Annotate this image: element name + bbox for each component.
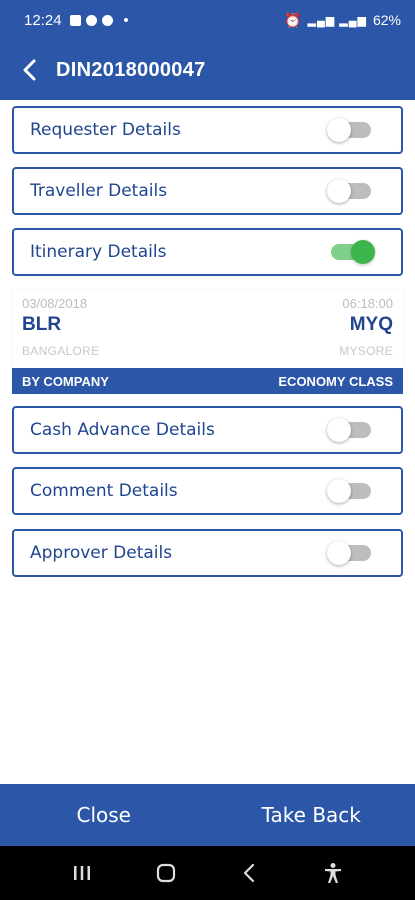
recent-apps-icon	[73, 866, 90, 880]
comment-toggle[interactable]	[327, 479, 371, 503]
section-cash-advance[interactable]: Cash Advance Details	[12, 406, 403, 454]
toggle-knob	[351, 240, 375, 264]
status-time: 12:24	[24, 11, 62, 29]
system-icons: ⏰ ▂▄▆ ▂▄▆ 62%	[284, 12, 401, 29]
section-requester[interactable]: Requester Details	[12, 106, 403, 154]
itinerary-footer: BY COMPANY ECONOMY CLASS	[12, 368, 403, 394]
section-approver[interactable]: Approver Details	[12, 529, 403, 577]
section-traveller[interactable]: Traveller Details	[12, 167, 403, 215]
take-back-button[interactable]: Take Back	[208, 784, 415, 846]
section-comment[interactable]: Comment Details	[12, 467, 403, 515]
itinerary-toggle[interactable]	[331, 240, 375, 264]
toggle-knob	[327, 179, 351, 203]
accessibility-icon	[325, 863, 342, 883]
toggle-knob	[327, 479, 351, 503]
notification-icons	[69, 14, 128, 26]
accessibility-button[interactable]	[313, 853, 353, 893]
traveller-toggle[interactable]	[327, 179, 371, 203]
toggle-knob	[327, 418, 351, 442]
battery-level: 62%	[372, 12, 401, 28]
chevron-left-icon	[23, 59, 36, 81]
section-label: Requester Details	[30, 120, 181, 140]
back-icon	[244, 863, 255, 883]
itinerary-time: 06:18:00	[342, 296, 393, 311]
home-button[interactable]	[146, 853, 186, 893]
more-notifications-icon	[123, 18, 128, 22]
section-label: Comment Details	[30, 481, 178, 501]
toggle-knob	[327, 541, 351, 565]
image-icon	[69, 14, 81, 26]
toggle-knob	[327, 118, 351, 142]
origin-city: BANGALORE	[22, 344, 100, 358]
section-label: Approver Details	[30, 543, 173, 563]
status-bar: 12:24 ⏰ ▂▄▆ ▂▄▆ 62%	[0, 0, 415, 40]
recent-apps-button[interactable]	[62, 853, 102, 893]
section-label: Itinerary Details	[30, 242, 167, 262]
back-button[interactable]	[16, 55, 42, 85]
requester-toggle[interactable]	[327, 118, 371, 142]
bottom-action-bar: Close Take Back	[0, 784, 415, 846]
app-header: DIN2018000047	[0, 40, 415, 100]
close-button[interactable]: Close	[0, 784, 208, 846]
system-back-button[interactable]	[229, 853, 269, 893]
page-title: DIN2018000047	[56, 58, 206, 81]
section-itinerary[interactable]: Itinerary Details	[12, 228, 403, 276]
cash-advance-toggle[interactable]	[327, 418, 371, 442]
itinerary-card[interactable]: 03/08/2018 06:18:00 BLR MYQ BANGALORE MY…	[12, 290, 403, 394]
itinerary-date: 03/08/2018	[22, 296, 88, 311]
system-navigation-bar	[0, 846, 415, 900]
signal-icon: ▂▄▆ ▂▄▆	[307, 14, 367, 27]
home-icon	[156, 863, 175, 883]
origin-code: BLR	[22, 314, 62, 335]
approver-toggle[interactable]	[327, 541, 371, 565]
destination-code: MYQ	[349, 314, 393, 335]
section-label: Traveller Details	[30, 181, 168, 201]
app-icon	[101, 14, 113, 26]
app-icon	[85, 14, 97, 26]
destination-city: MYSORE	[339, 344, 393, 358]
section-label: Cash Advance Details	[30, 420, 215, 440]
alarm-icon: ⏰	[284, 11, 302, 28]
booked-by: BY COMPANY	[22, 373, 109, 389]
travel-class: ECONOMY CLASS	[278, 373, 393, 389]
